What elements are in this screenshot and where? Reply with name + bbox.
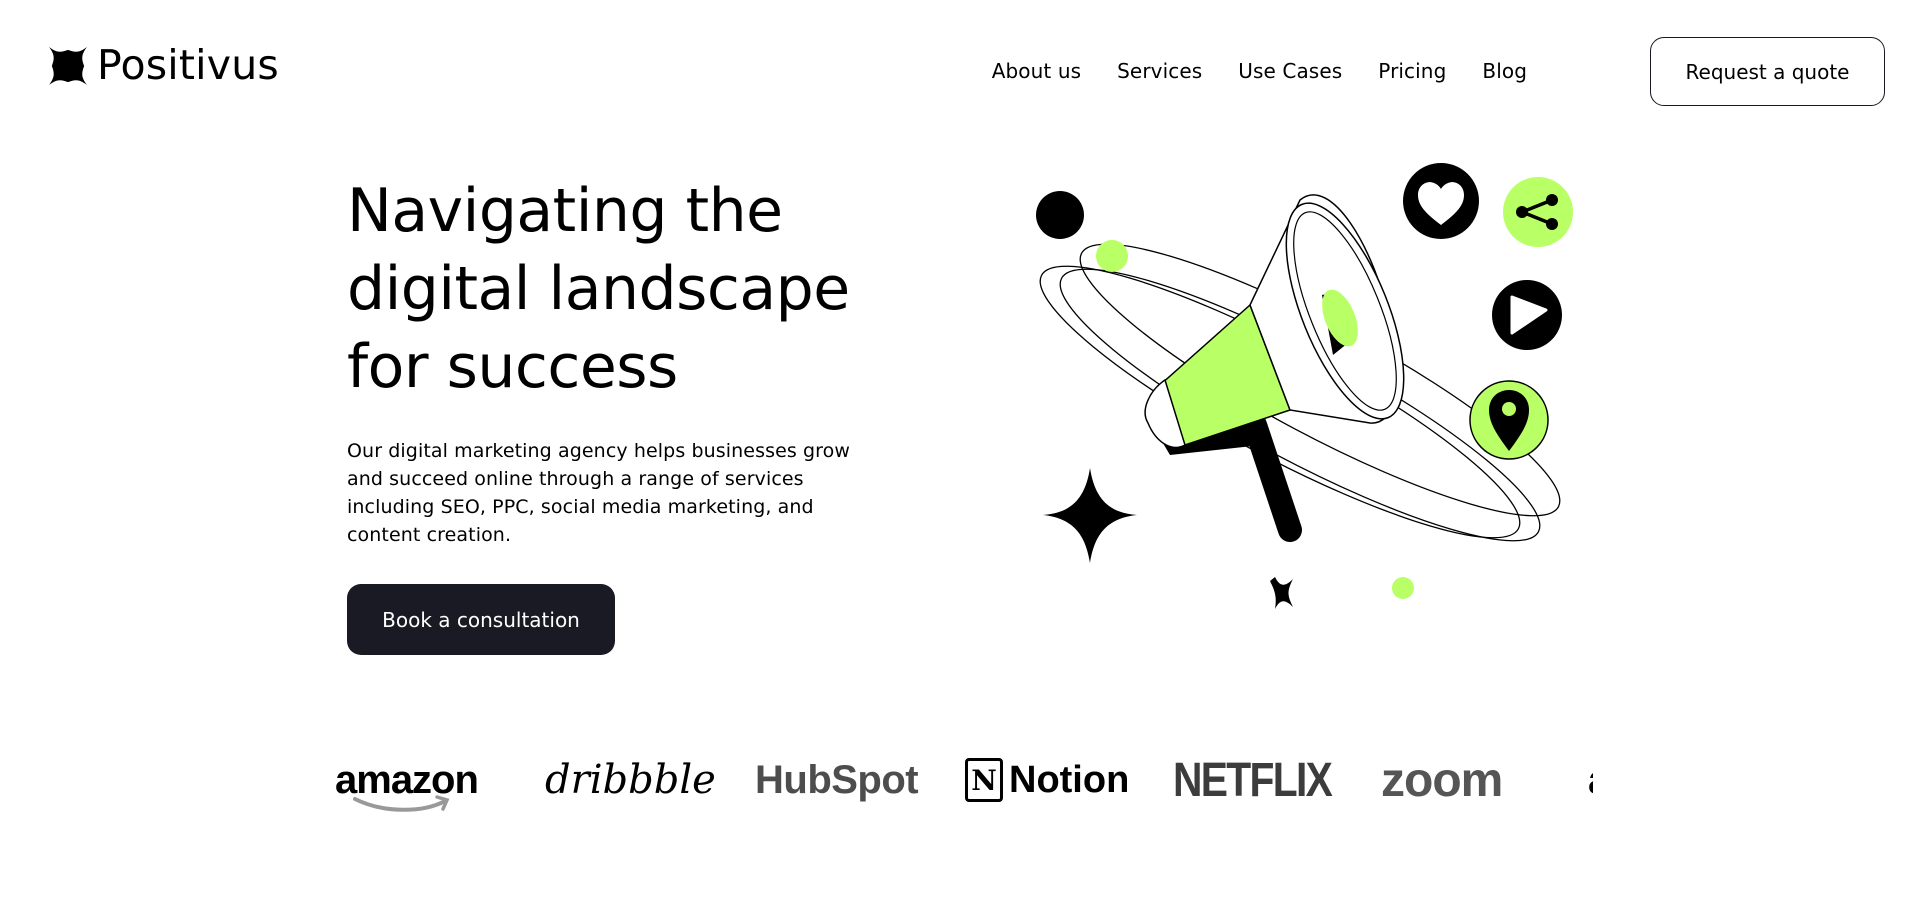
green-dot — [1096, 240, 1128, 272]
notion-mark-icon: N — [965, 758, 1003, 802]
nav-use-cases[interactable]: Use Cases — [1238, 58, 1342, 84]
sparkle-star-icon — [1043, 468, 1137, 563]
megaphone-icon — [1144, 194, 1405, 542]
hero-title: Navigating the digital landscape for suc… — [347, 176, 850, 402]
nav-pricing[interactable]: Pricing — [1378, 58, 1446, 84]
main-nav: About us Services Use Cases Pricing Blog — [992, 58, 1527, 84]
black-dot — [1036, 191, 1084, 239]
partial-logo: a — [1588, 745, 1593, 815]
notion-logo-text: Notion — [1009, 758, 1130, 801]
zoom-logo-text: zoom — [1381, 753, 1503, 807]
zoom-logo: zoom — [1381, 745, 1503, 815]
nav-services[interactable]: Services — [1117, 58, 1202, 84]
partial-logo-glyph: a — [1588, 758, 1593, 803]
heart-icon — [1403, 163, 1479, 239]
megaphone-illustration — [1036, 163, 1573, 609]
netflix-logo-text: NETFLIX — [1173, 753, 1333, 807]
share-icon — [1503, 177, 1573, 247]
location-pin-icon — [1469, 380, 1549, 460]
client-logos: amazon dribbble HubSpot N Notion NETFLIX… — [335, 745, 1593, 815]
brand-name: Positivus — [97, 41, 279, 89]
nav-blog[interactable]: Blog — [1482, 58, 1527, 84]
small-star-icon — [1270, 577, 1293, 609]
green-dot-small — [1392, 577, 1414, 599]
brand-logo[interactable]: Positivus — [49, 45, 279, 86]
hero-description: Our digital marketing agency helps busin… — [347, 440, 851, 546]
nav-about-us[interactable]: About us — [992, 58, 1081, 84]
book-consultation-button[interactable]: Book a consultation — [347, 584, 615, 655]
amazon-logo: amazon — [335, 745, 479, 815]
request-quote-button[interactable]: Request a quote — [1650, 37, 1885, 106]
hubspot-logo-text: HubSpot — [755, 757, 919, 802]
netflix-logo: NETFLIX — [1173, 745, 1333, 815]
dribbble-logo: dribbble — [545, 745, 716, 815]
amazon-smile-icon — [353, 795, 450, 812]
positivus-logo-icon — [49, 46, 87, 85]
dribbble-logo-text: dribbble — [545, 757, 716, 803]
hubspot-logo: HubSpot — [755, 745, 919, 815]
site-header: Positivus About us Services Use Cases Pr… — [0, 0, 1920, 140]
play-icon — [1492, 280, 1562, 350]
notion-logo: N Notion — [965, 745, 1129, 815]
